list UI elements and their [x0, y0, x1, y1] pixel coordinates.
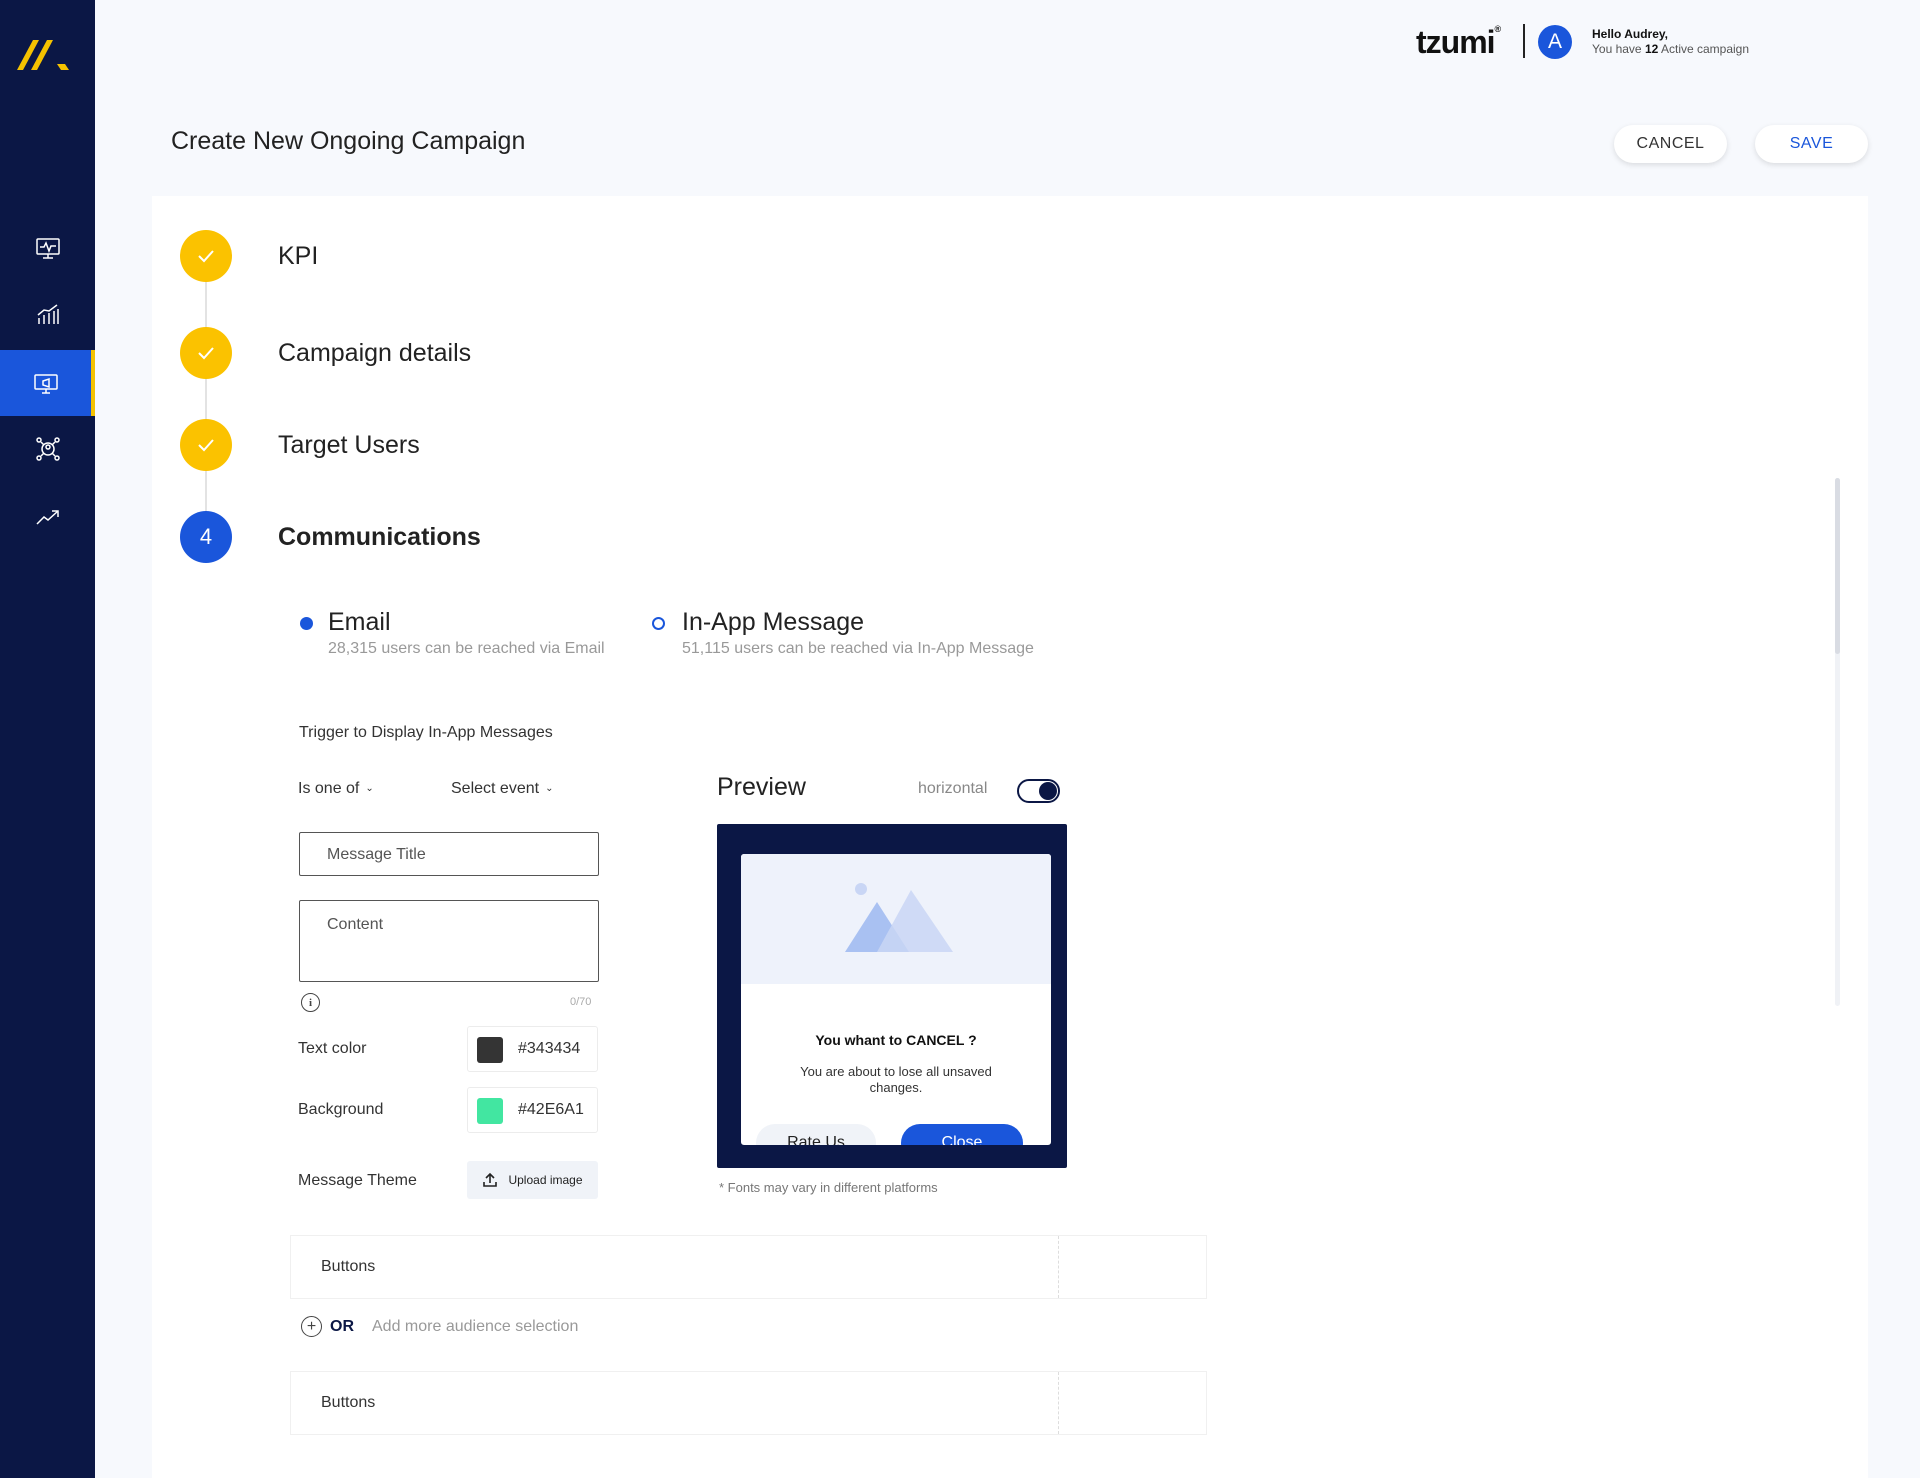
cancel-button[interactable]: CANCEL — [1614, 125, 1727, 163]
buttons-row-label: Buttons — [321, 1394, 376, 1411]
text-color-swatch[interactable] — [477, 1037, 503, 1063]
save-button[interactable]: SAVE — [1755, 125, 1868, 163]
header-divider — [1523, 24, 1525, 58]
close-button[interactable]: Close — [901, 1124, 1023, 1145]
fonts-note: * Fonts may vary in different platforms — [719, 1180, 938, 1195]
toggle-knob — [1039, 782, 1057, 800]
in-app-channel-title[interactable]: In-App Message — [682, 608, 864, 637]
email-channel-title[interactable]: Email — [328, 608, 391, 637]
step-campaign-details-label[interactable]: Campaign details — [278, 339, 471, 368]
step-communications-indicator: 4 — [180, 511, 232, 563]
in-app-channel-subtitle: 51,115 users can be reached via In-App M… — [682, 640, 1034, 657]
text-color-value[interactable]: #343434 — [518, 1040, 580, 1058]
nav-campaigns[interactable] — [0, 350, 95, 416]
check-icon — [198, 250, 214, 263]
email-channel-subtitle: 28,315 users can be reached via Email — [328, 640, 605, 657]
nav-trends[interactable] — [0, 484, 95, 550]
preview-modal: You whant to CANCEL ? You are about to l… — [741, 854, 1051, 1145]
add-circle-icon[interactable]: + — [301, 1316, 322, 1337]
greeting: Hello Audrey, — [1592, 27, 1669, 41]
nav-analytics[interactable] — [0, 282, 95, 348]
preview-title: Preview — [717, 773, 806, 801]
condition-dropdown[interactable]: Is one of ⌄ — [298, 780, 374, 798]
add-audience-link[interactable]: Add more audience selection — [372, 1318, 578, 1336]
in-app-radio[interactable] — [652, 617, 665, 630]
message-theme-label: Message Theme — [298, 1172, 417, 1189]
text-color-label: Text color — [298, 1040, 367, 1057]
check-icon — [198, 439, 214, 452]
trend-up-icon — [35, 510, 59, 525]
page-title: Create New Ongoing Campaign — [171, 127, 526, 155]
preview-device-frame: You whant to CANCEL ? You are about to l… — [717, 824, 1067, 1168]
brand-logo: tzumi® — [1416, 24, 1502, 60]
upload-icon — [483, 1172, 498, 1187]
buttons-row-label: Buttons — [321, 1258, 376, 1275]
step-communications-label[interactable]: Communications — [278, 523, 481, 552]
upload-image-button[interactable]: Upload image — [467, 1161, 598, 1199]
nav-users[interactable] — [0, 416, 95, 482]
char-counter: 0/70 — [570, 996, 592, 1008]
sidebar — [0, 0, 95, 1478]
info-icon[interactable]: i — [301, 993, 320, 1012]
active-campaign-summary: You have 12 Active campaign — [1592, 42, 1750, 56]
or-label: OR — [330, 1318, 354, 1335]
campaign-screen-icon — [33, 374, 58, 394]
scrollbar-thumb[interactable] — [1835, 478, 1840, 654]
message-title-input[interactable]: Message Title — [299, 832, 599, 876]
trigger-label: Trigger to Display In-App Messages — [299, 724, 553, 741]
app-logo[interactable] — [17, 34, 77, 74]
background-label: Background — [298, 1101, 384, 1118]
email-radio[interactable] — [300, 617, 313, 630]
avatar[interactable]: A — [1538, 25, 1572, 59]
step-target-users-indicator — [180, 419, 232, 471]
step-kpi-label[interactable]: KPI — [278, 242, 318, 271]
step-target-users-label[interactable]: Target Users — [278, 431, 420, 460]
step-kpi-indicator — [180, 230, 232, 282]
background-color-picker[interactable]: #42E6A1 — [467, 1087, 598, 1133]
buttons-row[interactable]: Buttons — [290, 1371, 1207, 1435]
modal-image-placeholder — [741, 854, 1051, 984]
chevron-down-icon: ⌄ — [365, 783, 374, 795]
orientation-toggle-label: horizontal — [918, 780, 988, 797]
buttons-row[interactable]: Buttons — [290, 1235, 1207, 1299]
background-color-swatch[interactable] — [477, 1098, 503, 1124]
nav-dashboard[interactable] — [0, 215, 95, 281]
row-divider — [1058, 1236, 1059, 1298]
text-color-picker[interactable]: #343434 — [467, 1026, 598, 1072]
event-dropdown[interactable]: Select event ⌄ — [451, 780, 553, 798]
step-campaign-details-indicator — [180, 327, 232, 379]
modal-text: You are about to lose all unsaved change… — [800, 1064, 992, 1095]
content-textarea[interactable]: Content — [299, 900, 599, 982]
chevron-down-icon: ⌄ — [545, 783, 554, 795]
rate-us-button[interactable]: Rate Us — [756, 1124, 876, 1145]
monitor-pulse-icon — [35, 238, 60, 259]
stepper-line — [205, 270, 207, 540]
users-network-icon — [35, 437, 60, 461]
modal-title: You whant to CANCEL ? — [815, 1032, 977, 1048]
row-divider — [1058, 1372, 1059, 1434]
background-color-value[interactable]: #42E6A1 — [518, 1101, 584, 1119]
bar-chart-icon — [37, 304, 59, 324]
orientation-toggle[interactable] — [1017, 779, 1060, 803]
image-placeholder-icon — [845, 883, 953, 952]
check-icon — [198, 347, 214, 360]
